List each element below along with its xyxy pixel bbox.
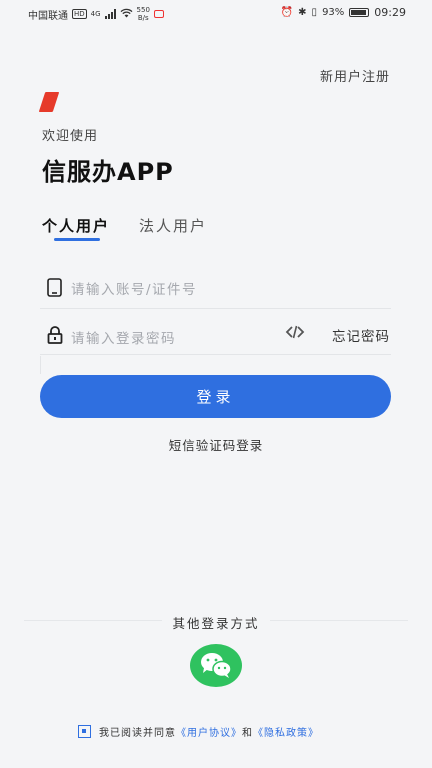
register-link[interactable]: 新用户注册 bbox=[320, 66, 390, 85]
account-field[interactable]: 请输入账号/证件号 bbox=[40, 270, 391, 306]
user-agreement-link[interactable]: 《用户协议》 bbox=[176, 728, 242, 739]
network-type: 4G bbox=[90, 10, 101, 18]
clock: 09:29 bbox=[374, 6, 406, 19]
agreement-row: 我已阅读并同意《用户协议》和《隐私政策》 bbox=[78, 724, 319, 739]
hd-indicator: HD bbox=[72, 9, 87, 19]
status-bar: 中国联通 HD 4G 550 B/s ⏰ ✱ ▯ 93% 09:29 bbox=[0, 0, 432, 26]
battery-icon bbox=[349, 8, 370, 17]
carrier-name: 中国联通 bbox=[28, 10, 68, 22]
alarm-icon: ⏰ bbox=[280, 7, 294, 18]
privacy-policy-link[interactable]: 《隐私政策》 bbox=[253, 728, 319, 739]
bluetooth-icon: ✱ bbox=[298, 7, 307, 18]
app-title: 信服办APP bbox=[42, 158, 174, 186]
app-logo bbox=[38, 92, 60, 112]
tab-personal-user[interactable]: 个人用户 bbox=[42, 215, 110, 236]
notification-icon bbox=[153, 10, 164, 18]
account-input[interactable]: 请输入账号/证件号 bbox=[71, 278, 197, 298]
lock-icon bbox=[47, 326, 63, 348]
password-input[interactable]: 请输入登录密码 bbox=[71, 327, 176, 347]
sms-login-link[interactable]: 短信验证码登录 bbox=[0, 435, 432, 454]
wechat-icon bbox=[201, 653, 232, 678]
tab-legal-user[interactable]: 法人用户 bbox=[139, 215, 207, 236]
password-divider bbox=[40, 354, 391, 355]
login-button[interactable]: 登录 bbox=[40, 375, 391, 418]
wifi-icon bbox=[120, 8, 133, 21]
phone-icon bbox=[47, 278, 62, 301]
wechat-login-button[interactable] bbox=[190, 644, 242, 687]
net-speed: 550 B/s bbox=[136, 6, 150, 22]
toggle-password-visibility-icon[interactable] bbox=[285, 324, 305, 344]
agreement-and: 和 bbox=[242, 728, 253, 739]
field-edge bbox=[40, 356, 41, 374]
agreement-checkbox[interactable] bbox=[78, 725, 91, 738]
account-divider bbox=[40, 308, 391, 309]
vibrate-icon: ▯ bbox=[311, 7, 318, 18]
active-tab-indicator bbox=[54, 238, 100, 241]
password-field[interactable]: 请输入登录密码 bbox=[40, 318, 280, 354]
other-login-label: 其他登录方式 bbox=[172, 616, 260, 631]
signal-icon bbox=[104, 9, 116, 19]
agreement-prefix: 我已阅读并同意 bbox=[99, 728, 176, 739]
forgot-password-link[interactable]: 忘记密码 bbox=[332, 325, 390, 345]
welcome-text: 欢迎使用 bbox=[42, 129, 99, 144]
battery-percent: 93% bbox=[322, 7, 345, 18]
